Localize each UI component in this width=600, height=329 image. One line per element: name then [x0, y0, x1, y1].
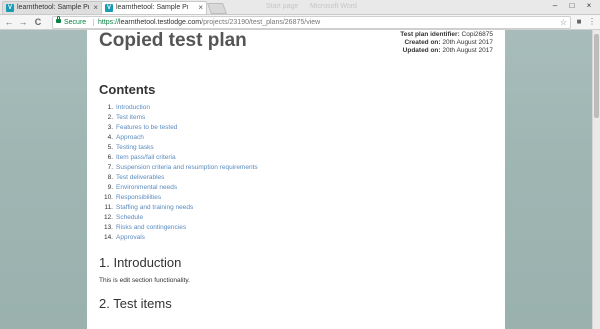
- table-of-contents: 1. Introduction 2. Test items 3. Features t…: [103, 103, 258, 243]
- testlodge-favicon-icon: V: [6, 4, 14, 12]
- minimize-icon[interactable]: –: [547, 0, 563, 12]
- browser-tab-1[interactable]: V learnthetool: Sample Pro ×: [2, 1, 102, 14]
- browser-menu-icon[interactable]: ⋮: [587, 17, 597, 27]
- section-introduction-text: This is edit section functionality.: [99, 277, 190, 284]
- created-row: Created on: 20th August 2017: [400, 39, 493, 47]
- toc-item: 12. Schedule: [103, 213, 258, 223]
- toc-item: 9. Environmental needs: [103, 183, 258, 193]
- toc-number: 7.: [107, 164, 113, 171]
- toc-item: 2. Test items: [103, 113, 258, 123]
- toc-item: 7. Suspension criteria and resumption req…: [103, 163, 258, 173]
- created-label: Created on:: [404, 39, 441, 46]
- toc-number: 3.: [107, 124, 113, 131]
- bookmark-star-icon[interactable]: ☆: [560, 17, 567, 28]
- new-tab-button[interactable]: [206, 3, 228, 14]
- toc-number: 14.: [103, 234, 113, 241]
- toc-link-approvals[interactable]: Approvals: [116, 234, 145, 241]
- testlodge-favicon-icon: V: [105, 4, 113, 12]
- toc-link-pass-fail[interactable]: Item pass/fail criteria: [116, 154, 176, 161]
- toc-number: 8.: [107, 174, 113, 181]
- identifier-row: Test plan identifier: Copi26875: [400, 31, 493, 39]
- toc-number: 1.: [107, 104, 113, 111]
- toc-link-responsibilities[interactable]: Responsibilities: [116, 194, 161, 201]
- test-plan-meta: Test plan identifier: Copi26875 Created …: [400, 31, 493, 55]
- toc-link-test-items[interactable]: Test items: [116, 114, 145, 121]
- page-title: Copied test plan: [99, 30, 247, 51]
- updated-value: 20th August 2017: [442, 47, 493, 54]
- url-host: learnthetool.testlodge.com: [119, 19, 202, 26]
- close-window-icon[interactable]: ×: [581, 0, 597, 12]
- toc-link-deliverables[interactable]: Test deliverables: [116, 174, 164, 181]
- toc-link-approach[interactable]: Approach: [116, 134, 144, 141]
- maximize-icon[interactable]: □: [564, 0, 580, 12]
- toc-link-suspension[interactable]: Suspension criteria and resumption requi…: [116, 164, 258, 171]
- toc-item: 6. Item pass/fail criteria: [103, 153, 258, 163]
- browser-title-bar: V learnthetool: Sample Pro × V learnthet…: [0, 0, 600, 15]
- toc-link-features[interactable]: Features to be tested: [116, 124, 177, 131]
- url-scheme: https://: [98, 19, 120, 26]
- toc-number: 4.: [107, 134, 113, 141]
- url-path: /projects/23190/test_plans/26875/view: [201, 19, 321, 26]
- reload-icon[interactable]: C: [32, 16, 44, 28]
- forward-arrow-icon[interactable]: →: [17, 16, 29, 28]
- toc-link-risks[interactable]: Risks and contingencies: [116, 224, 186, 231]
- address-separator: [93, 19, 94, 26]
- lock-icon: [56, 16, 61, 23]
- toc-item: 11. Staffing and training needs: [103, 203, 258, 213]
- toc-item: 10. Responsibilities: [103, 193, 258, 203]
- contents-heading: Contents: [99, 82, 156, 97]
- toc-item: 4. Approach: [103, 133, 258, 143]
- toc-item: 14. Approvals: [103, 233, 258, 243]
- url-text: https://learnthetool.testlodge.com/proje…: [98, 17, 320, 28]
- toc-link-environmental[interactable]: Environmental needs: [116, 184, 177, 191]
- toc-item: 3. Features to be tested: [103, 123, 258, 133]
- background-window-title: Microsoft Word: [310, 3, 357, 10]
- toc-item: 5. Testing tasks: [103, 143, 258, 153]
- toc-number: 9.: [107, 184, 113, 191]
- test-plan-document: Copied test plan Test plan identifier: C…: [87, 30, 505, 329]
- toc-item: 8. Test deliverables: [103, 173, 258, 183]
- close-tab-icon[interactable]: ×: [93, 2, 98, 14]
- extension-icon[interactable]: ■: [574, 17, 584, 27]
- toc-link-introduction[interactable]: Introduction: [116, 104, 150, 111]
- page-viewport: Copied test plan Test plan identifier: C…: [0, 30, 592, 329]
- background-window-title: Start page: [266, 3, 299, 10]
- toc-number: 13.: [103, 224, 113, 231]
- toc-number: 2.: [107, 114, 113, 121]
- back-arrow-icon[interactable]: ←: [3, 16, 15, 28]
- identifier-label: Test plan identifier:: [400, 31, 460, 38]
- toc-number: 10.: [103, 194, 113, 201]
- toc-link-staffing[interactable]: Staffing and training needs: [116, 204, 193, 211]
- toc-number: 11.: [104, 204, 113, 211]
- secure-label: Secure: [64, 19, 87, 26]
- updated-label: Updated on:: [402, 47, 441, 54]
- tab-title: learnthetool: Sample Pro: [116, 4, 188, 11]
- toc-link-schedule[interactable]: Schedule: [116, 214, 143, 221]
- section-introduction-heading: 1. Introduction: [99, 255, 182, 270]
- toc-number: 5.: [107, 144, 113, 151]
- scrollbar-thumb[interactable]: [594, 34, 599, 118]
- section-test-items-heading: 2. Test items: [99, 296, 172, 311]
- address-bar[interactable]: Secure https://learnthetool.testlodge.co…: [52, 16, 571, 29]
- updated-row: Updated on: 20th August 2017: [400, 47, 493, 55]
- close-tab-icon[interactable]: ×: [198, 2, 203, 14]
- toc-number: 12.: [103, 214, 113, 221]
- page-scrollbar[interactable]: [592, 30, 600, 329]
- identifier-value: Copi26875: [461, 31, 493, 38]
- toc-item: 1. Introduction: [103, 103, 258, 113]
- tab-title: learnthetool: Sample Pro: [17, 4, 89, 11]
- toc-link-testing-tasks[interactable]: Testing tasks: [116, 144, 154, 151]
- toc-number: 6.: [107, 154, 113, 161]
- created-value: 20th August 2017: [442, 39, 493, 46]
- browser-toolbar: ← → C Secure https://learnthetool.testlo…: [0, 15, 600, 30]
- toc-item: 13. Risks and contingencies: [103, 223, 258, 233]
- browser-tab-2-active[interactable]: V learnthetool: Sample Pro ×: [101, 1, 207, 14]
